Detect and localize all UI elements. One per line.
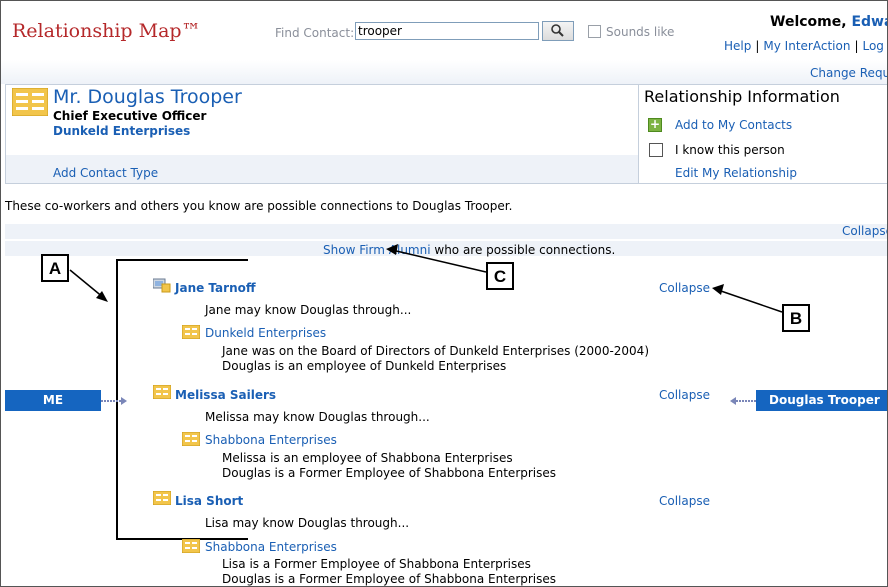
callout-a: A (41, 254, 69, 282)
callout-arrows (69, 244, 783, 313)
callout-c: C (486, 262, 514, 290)
callout-b: B (782, 304, 810, 332)
